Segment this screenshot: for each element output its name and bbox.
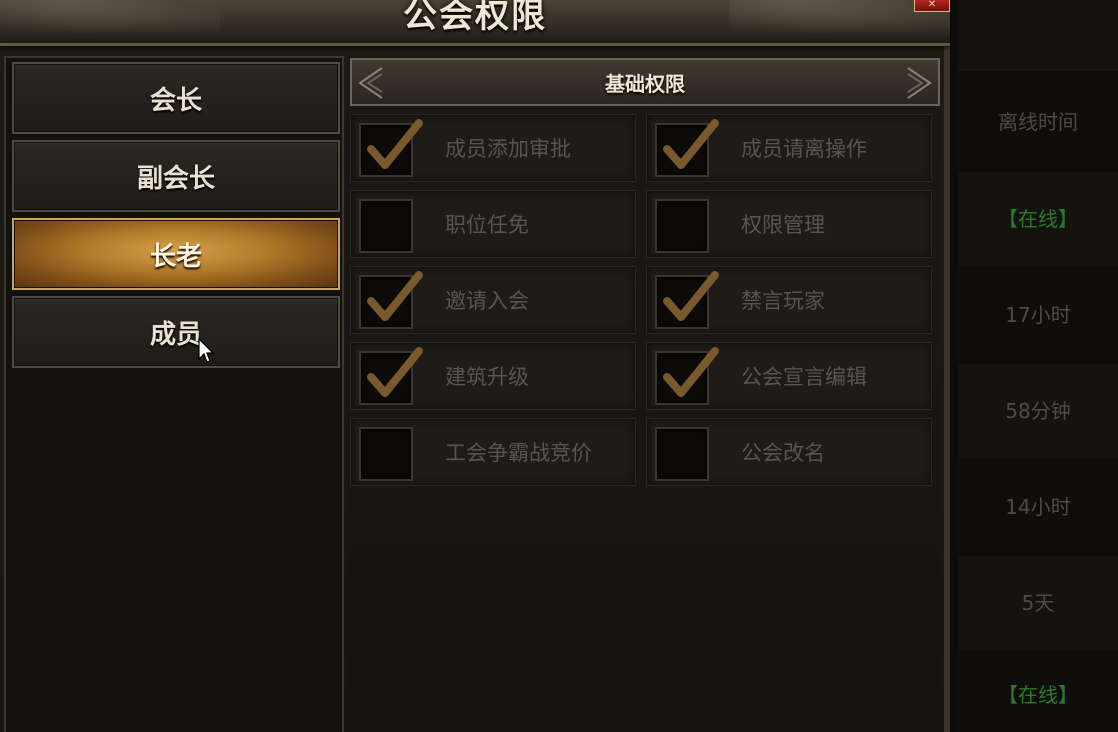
permission-declaration-edit[interactable]: 公会宣言编辑: [646, 342, 932, 410]
rank-label: 副会长: [136, 163, 215, 194]
close-icon[interactable]: ✕: [914, 0, 950, 12]
permission-position-appoint[interactable]: 职位任免: [350, 190, 636, 258]
arrow-right-icon: [907, 67, 932, 99]
rank-label: 成员: [149, 319, 202, 350]
permission-member-add-approval[interactable]: 成员添加审批: [350, 114, 636, 182]
permission-label: 公会改名: [741, 441, 825, 465]
section-title: 基础权限: [605, 71, 685, 96]
offline-time-value: 【在线】: [958, 172, 1118, 266]
window-title: 公会权限: [403, 0, 547, 36]
rank-button-elder[interactable]: 长老: [12, 218, 340, 290]
permission-checkbox[interactable]: [359, 271, 423, 329]
guild-permissions-panel: 公会权限 ✕ 会长 副会长 长老 成员 基础权限 成员添加审批 成员请离操作 职…: [0, 0, 950, 732]
permission-label: 建筑升级: [445, 365, 529, 389]
permission-label: 成员添加审批: [445, 137, 571, 161]
offline-time-value: 17小时: [1005, 303, 1071, 327]
permission-checkbox[interactable]: [655, 199, 709, 253]
permission-label: 工会争霸战竞价: [445, 441, 592, 465]
offline-time-column: 离线时间 【在线】 17小时 58分钟 14小时 5天 【在线】: [958, 0, 1118, 732]
rank-label: 长老: [149, 241, 202, 272]
arrow-left-icon: [358, 67, 383, 99]
permission-label: 职位任免: [445, 213, 529, 237]
checkmark-icon: [663, 119, 719, 169]
checkmark-icon: [663, 271, 719, 321]
rank-button-member[interactable]: 成员: [12, 296, 340, 368]
permission-invite[interactable]: 邀请入会: [350, 266, 636, 334]
permission-label: 邀请入会: [445, 289, 529, 313]
rank-list: 会长 副会长 长老 成员: [4, 56, 344, 732]
rank-label: 会长: [149, 85, 202, 116]
permission-checkbox[interactable]: [655, 347, 719, 405]
rank-button-vice-president[interactable]: 副会长: [12, 140, 340, 212]
permission-label: 成员请离操作: [741, 137, 867, 161]
permission-checkbox[interactable]: [655, 427, 709, 481]
permission-checkbox[interactable]: [655, 271, 719, 329]
section-header: 基础权限: [350, 58, 940, 106]
offline-time-value: 【在线】: [998, 683, 1078, 707]
permission-checkbox[interactable]: [359, 119, 423, 177]
permission-checkbox[interactable]: [359, 199, 413, 253]
permission-rights-management[interactable]: 权限管理: [646, 190, 932, 258]
permission-mute-player[interactable]: 禁言玩家: [646, 266, 932, 334]
title-bar: 公会权限: [0, 0, 950, 46]
checkmark-icon: [367, 119, 423, 169]
checkmark-icon: [367, 347, 423, 397]
permission-area: 基础权限 成员添加审批 成员请离操作 职位任免 权限管理 邀请入会 禁言玩家 建…: [346, 56, 942, 732]
checkmark-icon: [663, 347, 719, 397]
checkmark-icon: [367, 271, 423, 321]
offline-time-value: 14小时: [1005, 495, 1071, 519]
permission-guild-war-bidding[interactable]: 工会争霸战竞价: [350, 418, 636, 486]
rank-button-president[interactable]: 会长: [12, 62, 340, 134]
permission-label: 公会宣言编辑: [741, 365, 867, 389]
side-column-top: [958, 0, 1118, 70]
permission-building-upgrade[interactable]: 建筑升级: [350, 342, 636, 410]
permission-checkbox[interactable]: [359, 347, 423, 405]
offline-time-value: 5天: [958, 556, 1118, 650]
permission-checkbox[interactable]: [359, 427, 413, 481]
permission-label: 禁言玩家: [741, 289, 825, 313]
permission-guild-rename[interactable]: 公会改名: [646, 418, 932, 486]
offline-time-header: 离线时间: [998, 110, 1078, 134]
mouse-cursor-icon: [198, 337, 215, 363]
permission-checkbox[interactable]: [655, 119, 719, 177]
offline-time-value: 58分钟: [958, 364, 1118, 458]
permission-member-kick[interactable]: 成员请离操作: [646, 114, 932, 182]
permission-label: 权限管理: [741, 213, 825, 237]
